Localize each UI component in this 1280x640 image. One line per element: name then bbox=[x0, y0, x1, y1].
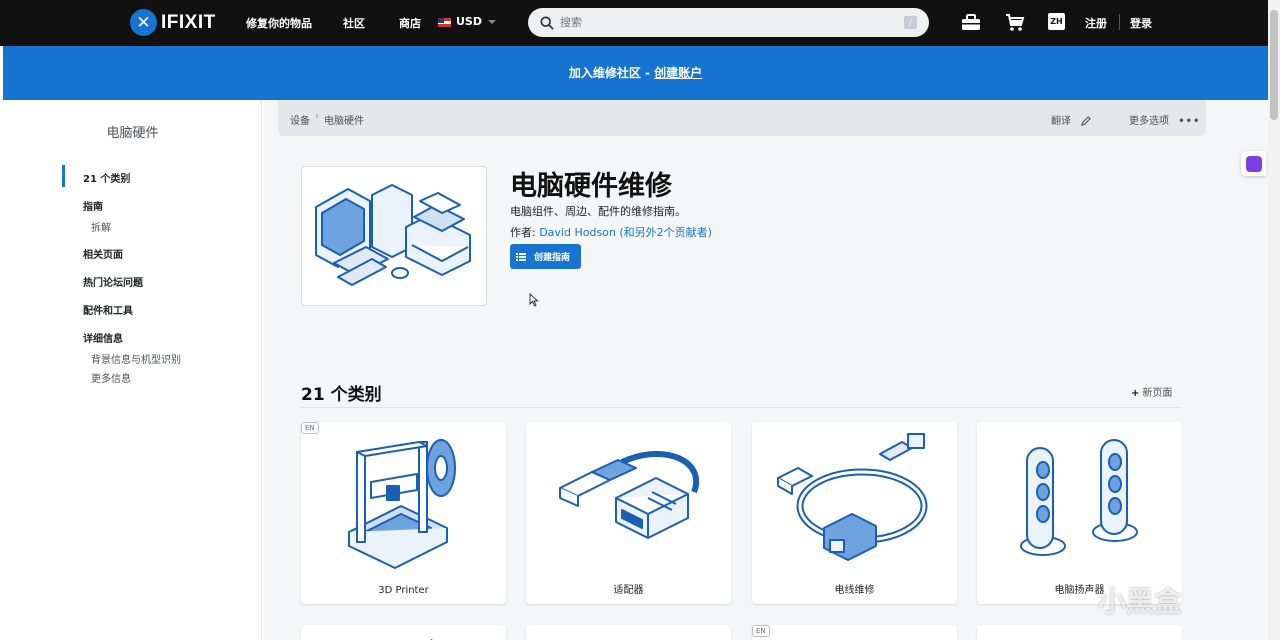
sidebar-item-parts-tools[interactable]: 配件和工具 bbox=[83, 302, 133, 317]
banner-text: 加入维修社区 - bbox=[568, 66, 655, 80]
plus-icon: + bbox=[1131, 388, 1140, 399]
breadcrumb: 设备 › 电脑硬件 翻译 更多选项 ••• bbox=[278, 100, 1206, 136]
category-card-partial[interactable]: EN bbox=[752, 625, 957, 640]
search-bar[interactable]: / bbox=[528, 8, 929, 37]
create-guide-label: 创建指南 bbox=[534, 253, 571, 263]
category-card-cable[interactable]: 电线维修 bbox=[752, 422, 957, 604]
page-description: 电脑组件、周边、配件的维修指南。 bbox=[510, 205, 686, 218]
pencil-icon bbox=[1081, 115, 1092, 126]
language-badge: EN bbox=[301, 422, 319, 434]
new-page-label: 新页面 bbox=[1142, 388, 1173, 399]
author-prefix: 作者: bbox=[510, 226, 540, 239]
search-icon bbox=[540, 15, 554, 30]
toolbox-icon[interactable] bbox=[960, 12, 982, 34]
new-page-button[interactable]: + 新页面 bbox=[1131, 384, 1172, 399]
sidebar-item-teardowns[interactable]: 拆解 bbox=[91, 219, 111, 234]
currency-label: USD bbox=[456, 15, 482, 28]
login-link[interactable]: 登录 bbox=[1130, 15, 1152, 31]
section-divider bbox=[301, 407, 1182, 408]
cable-illustration bbox=[777, 433, 928, 561]
sidebar-item-details[interactable]: 详细信息 bbox=[83, 330, 123, 345]
3d-printer-illustration bbox=[348, 439, 456, 569]
main-content: 设备 › 电脑硬件 翻译 更多选项 ••• 电脑硬件维修 电脑组件、周边、配件的… bbox=[263, 100, 1268, 640]
ifixit-logo-icon: ✕ bbox=[130, 9, 157, 36]
currency-selector[interactable]: USD bbox=[438, 15, 496, 28]
feedback-widget-button[interactable] bbox=[1241, 151, 1266, 176]
breadcrumb-separator-icon: › bbox=[315, 111, 319, 122]
logo-text: IFIXIT bbox=[161, 11, 216, 33]
breadcrumb-item-devices[interactable]: 设备 bbox=[290, 112, 310, 127]
more-options-button[interactable]: 更多选项 ••• bbox=[1129, 112, 1200, 127]
sidebar-item-guides[interactable]: 指南 bbox=[83, 198, 103, 213]
card-label: 3D Printer bbox=[378, 585, 429, 596]
sidebar-title: 电脑硬件 bbox=[106, 126, 159, 141]
page-title: 电脑硬件维修 bbox=[510, 171, 672, 202]
translate-button[interactable]: 翻译 bbox=[1051, 112, 1092, 127]
category-card-partial[interactable] bbox=[301, 625, 506, 640]
create-account-link[interactable]: 创建账户 bbox=[654, 66, 702, 80]
translate-label: 翻译 bbox=[1051, 116, 1071, 127]
slash-shortcut-icon: / bbox=[904, 16, 917, 29]
category-card-partial[interactable] bbox=[977, 625, 1182, 640]
author-link[interactable]: David Hodson (和另外2个贡献者) bbox=[539, 226, 712, 239]
chevron-down-icon bbox=[488, 20, 496, 24]
join-community-banner: 加入维修社区 - 创建账户 bbox=[3, 46, 1268, 100]
search-input[interactable] bbox=[560, 16, 890, 29]
sidebar: 电脑硬件 21 个类别 指南 拆解 相关页面 热门论坛问题 配件和工具 详细信息… bbox=[3, 100, 262, 640]
computer-printer-illustration bbox=[315, 184, 471, 286]
category-card-speakers[interactable]: 电脑扬声器 bbox=[977, 422, 1182, 604]
sidebar-item-background[interactable]: 背景信息与机型识别 bbox=[91, 351, 181, 366]
adapter-illustration bbox=[559, 451, 699, 539]
author-line: 作者: David Hodson (和另外2个贡献者) bbox=[510, 224, 712, 240]
ifixit-logo[interactable]: ✕ IFIXIT bbox=[130, 9, 216, 36]
list-icon bbox=[516, 252, 526, 261]
speakers-illustration bbox=[1020, 439, 1138, 556]
create-guide-button[interactable]: 创建指南 bbox=[510, 244, 581, 269]
card-label: 适配器 bbox=[613, 585, 644, 596]
category-card-partial[interactable] bbox=[526, 625, 731, 640]
nav-fix-your-stuff[interactable]: 修复你的物品 bbox=[246, 15, 312, 31]
watermark-text: 小黑盒 bbox=[1098, 585, 1183, 618]
sidebar-item-related-pages[interactable]: 相关页面 bbox=[83, 246, 123, 261]
language-badge: EN bbox=[752, 625, 770, 637]
language-selector[interactable]: ZH bbox=[1048, 13, 1065, 30]
scrollbar[interactable] bbox=[1268, 0, 1280, 640]
nav-community[interactable]: 社区 bbox=[343, 15, 365, 31]
mouse-cursor-icon bbox=[529, 293, 539, 307]
partial-illustration bbox=[430, 639, 433, 640]
scrollbar-thumb[interactable] bbox=[1270, 10, 1278, 120]
ellipsis-icon: ••• bbox=[1178, 116, 1201, 127]
sidebar-item-more-info[interactable]: 更多信息 bbox=[91, 370, 131, 385]
category-card-3d-printer[interactable]: EN 3D Printer bbox=[301, 422, 506, 604]
nav-store[interactable]: 商店 bbox=[399, 15, 421, 31]
breadcrumb-item-current[interactable]: 电脑硬件 bbox=[324, 112, 364, 127]
us-flag-icon bbox=[438, 17, 451, 27]
top-navbar: ✕ IFIXIT 修复你的物品 社区 商店 USD / ZH 注册 登录 bbox=[0, 0, 1268, 46]
hero-image bbox=[301, 166, 487, 306]
nav-divider bbox=[1119, 14, 1120, 30]
signup-link[interactable]: 注册 bbox=[1085, 15, 1107, 31]
cart-icon[interactable] bbox=[1004, 12, 1026, 34]
sidebar-item-forum-questions[interactable]: 热门论坛问题 bbox=[83, 274, 143, 289]
category-card-adapter[interactable]: 适配器 bbox=[526, 422, 731, 604]
widget-icon bbox=[1245, 155, 1262, 172]
active-indicator bbox=[62, 165, 65, 187]
categories-heading: 21 个类别 bbox=[301, 385, 382, 405]
sidebar-item-categories[interactable]: 21 个类别 bbox=[83, 170, 130, 185]
card-label: 电线维修 bbox=[834, 585, 875, 596]
more-options-label: 更多选项 bbox=[1129, 116, 1169, 127]
